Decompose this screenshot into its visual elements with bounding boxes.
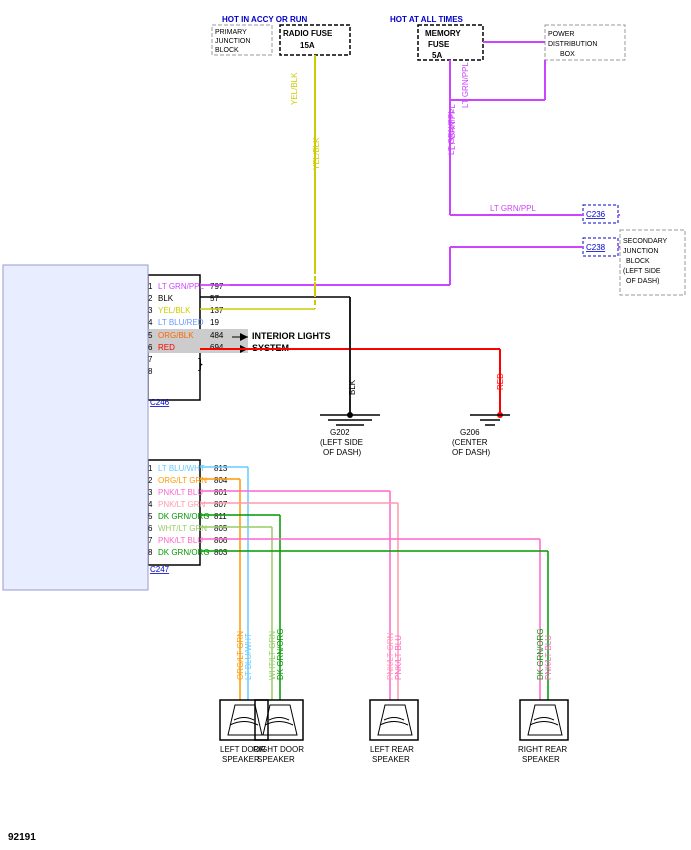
svg-text:(LEFT SIDE: (LEFT SIDE [320,438,363,447]
svg-text:DK GRN/ORG: DK GRN/ORG [158,512,210,521]
svg-text:SPEAKER: SPEAKER [522,755,560,764]
svg-text:DK GRN/ORG: DK GRN/ORG [276,628,285,680]
svg-text:PNK/LT BLU: PNK/LT BLU [158,536,203,545]
svg-text:(CENTER: (CENTER [452,438,488,447]
svg-text:DISTRIBUTION: DISTRIBUTION [548,41,597,48]
svg-text:YEL/BLK: YEL/BLK [312,137,321,170]
svg-text:2: 2 [148,294,153,303]
svg-text:(LEFT SIDE: (LEFT SIDE [623,268,661,275]
svg-text:HOT AT ALL TIMES: HOT AT ALL TIMES [390,15,464,24]
svg-text:803: 803 [214,548,228,557]
svg-text:7: 7 [148,355,153,364]
svg-text:57: 57 [210,294,219,303]
svg-text:BLOCK: BLOCK [215,47,239,54]
svg-text:6: 6 [148,524,153,533]
svg-text:484: 484 [210,331,224,340]
svg-text:C238: C238 [586,243,606,252]
svg-text:C247: C247 [150,565,170,574]
svg-text:MEMORY: MEMORY [425,29,461,38]
svg-text:WHT/LT GRN: WHT/LT GRN [158,524,207,533]
svg-text:G206: G206 [460,428,480,437]
svg-text:RED: RED [496,373,505,390]
svg-text:804: 804 [214,476,228,485]
svg-text:BLOCK: BLOCK [626,258,650,265]
svg-text:92191: 92191 [8,832,36,843]
svg-text:LT BLU/WHT: LT BLU/WHT [158,464,205,473]
svg-text:PNK/LT BLU: PNK/LT BLU [394,635,403,680]
svg-text:OF DASH): OF DASH) [452,448,491,457]
svg-text:SPEAKER: SPEAKER [257,755,295,764]
svg-text:3: 3 [148,488,153,497]
svg-text:YEL/BLK: YEL/BLK [158,306,191,315]
svg-text:6: 6 [148,343,153,352]
svg-text:BOX: BOX [560,51,575,58]
svg-text:YEL/BLK: YEL/BLK [290,72,299,105]
svg-text:SECONDARY: SECONDARY [623,238,668,245]
svg-text:RADIO FUSE: RADIO FUSE [283,29,333,38]
svg-text:19: 19 [210,318,219,327]
svg-text:4: 4 [148,500,153,509]
svg-text:137: 137 [210,306,224,315]
svg-text:PNK/LT BLU: PNK/LT BLU [158,488,203,497]
svg-text:SPEAKER: SPEAKER [372,755,410,764]
svg-text:8: 8 [148,548,153,557]
svg-text:PRIMARY: PRIMARY [215,29,247,36]
svg-text:INTERIOR LIGHTS: INTERIOR LIGHTS [252,331,331,341]
svg-text:LT BLU/WHT: LT BLU/WHT [244,633,253,680]
svg-text:BLK: BLK [158,294,174,303]
svg-text:OF DASH): OF DASH) [323,448,362,457]
svg-text:5: 5 [148,512,153,521]
svg-text:RIGHT REAR: RIGHT REAR [518,745,567,754]
svg-text:15A: 15A [300,41,315,50]
svg-text:1: 1 [148,464,153,473]
svg-text:POWER: POWER [548,31,574,38]
svg-text:SPEAKER: SPEAKER [222,755,260,764]
svg-text:4: 4 [148,318,153,327]
svg-text:ORG/BLK: ORG/BLK [158,331,194,340]
svg-text:1: 1 [148,282,153,291]
diagram-svg: HOT IN ACCY OR RUN HOT AT ALL TIMES PRIM… [0,0,691,850]
svg-text:806: 806 [214,536,228,545]
svg-text:}: } [198,355,203,371]
svg-text:811: 811 [214,512,227,521]
svg-text:5: 5 [148,331,153,340]
svg-text:JUNCTION: JUNCTION [623,248,658,255]
svg-text:801: 801 [214,488,228,497]
svg-text:G202: G202 [330,428,350,437]
svg-text:LT GRN/PPL: LT GRN/PPL [158,282,204,291]
svg-text:2: 2 [148,476,153,485]
svg-text:LT GRN/PPL: LT GRN/PPL [490,204,536,213]
svg-text:LEFT REAR: LEFT REAR [370,745,414,754]
svg-text:FUSE: FUSE [428,40,450,49]
svg-text:PNK/LT GRN: PNK/LT GRN [158,500,205,509]
svg-text:797: 797 [210,282,224,291]
svg-text:PNK/LT BLU: PNK/LT BLU [544,635,553,680]
svg-text:805: 805 [214,524,228,533]
svg-text:813: 813 [214,464,228,473]
wiring-diagram: HOT IN ACCY OR RUN HOT AT ALL TIMES PRIM… [0,0,691,850]
svg-text:LT GRN/PPL: LT GRN/PPL [447,109,456,155]
svg-text:ORG/LT GRN: ORG/LT GRN [158,476,207,485]
svg-text:DK GRN/ORG: DK GRN/ORG [158,548,210,557]
svg-text:JUNCTION: JUNCTION [215,38,250,45]
svg-text:3: 3 [148,306,153,315]
svg-text:C246: C246 [150,398,170,407]
svg-text:HOT IN ACCY OR RUN: HOT IN ACCY OR RUN [222,15,308,24]
svg-text:RED: RED [158,343,175,352]
svg-text:7: 7 [148,536,153,545]
svg-text:807: 807 [214,500,228,509]
svg-text:RIGHT DOOR: RIGHT DOOR [253,745,304,754]
svg-text:5A: 5A [432,51,442,60]
svg-text:694: 694 [210,343,224,352]
svg-text:8: 8 [148,367,153,376]
svg-text:LT GRN/PPL: LT GRN/PPL [461,62,470,108]
svg-text:LT BLU/RED: LT BLU/RED [158,318,204,327]
svg-text:C236: C236 [586,210,606,219]
svg-text:OF DASH): OF DASH) [626,278,659,285]
